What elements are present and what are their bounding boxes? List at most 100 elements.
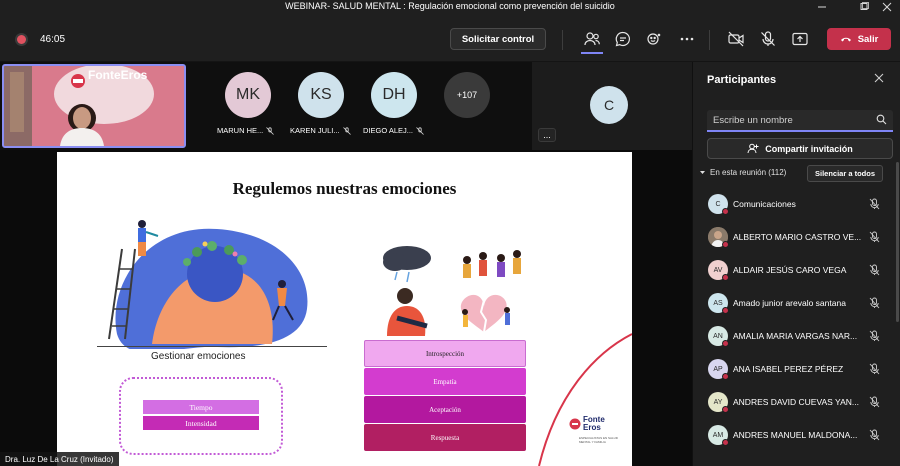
shared-screen-stage: Regulemos nuestras emociones Gestionar e… <box>0 150 692 466</box>
avatar-initials: AV <box>713 266 723 274</box>
in-meeting-count: En esta reunión (112) <box>710 168 787 177</box>
window-title: WEBINAR- SALUD MENTAL : Regulación emoci… <box>285 1 615 11</box>
avatar: C <box>708 194 729 215</box>
emotional-management-illustration <box>97 220 327 349</box>
phone-hangup-icon <box>840 37 851 42</box>
presentation-slide: Regulemos nuestras emociones Gestionar e… <box>57 152 632 466</box>
mic-off-icon <box>342 126 351 135</box>
avatar: AY <box>708 392 729 413</box>
recording-icon <box>17 35 26 44</box>
avatar: AS <box>708 293 729 314</box>
slide-bar-time: Tiempo <box>143 400 259 414</box>
avatar <box>708 227 729 248</box>
search-icon[interactable] <box>876 114 887 125</box>
participant-row[interactable]: AM ANDRES MANUEL MALDONA... <box>693 420 893 453</box>
minimize-icon[interactable] <box>807 0 837 14</box>
participant-name: KAREN JULI... <box>290 126 340 135</box>
participant-tile-name: KAREN JULI... <box>290 126 351 135</box>
meeting-timer: 46:05 <box>40 34 66 45</box>
participant-tile: C <box>532 62 692 150</box>
leave-button[interactable]: Salir <box>827 28 891 50</box>
people-icon[interactable] <box>580 27 604 51</box>
close-panel-icon[interactable] <box>874 72 884 86</box>
participant-name: ALDAIR JESÚS CARO VEGA <box>733 265 847 275</box>
slide-brand-name: Fonte Eros <box>583 415 605 432</box>
avatar: AN <box>708 326 729 347</box>
avatar: MK <box>225 72 271 118</box>
mic-off-icon <box>869 362 880 380</box>
share-icon[interactable] <box>788 27 812 51</box>
participant-row[interactable]: AP ANA ISABEL PEREZ PÉREZ <box>693 354 893 387</box>
slide-decorative-curve <box>538 333 632 466</box>
presence-status-icon <box>722 439 729 446</box>
more-participants-button[interactable]: +107 <box>444 72 490 118</box>
presence-status-icon <box>722 373 729 380</box>
mic-off-icon <box>869 296 880 314</box>
participant-name: ANDRES MANUEL MALDONA... <box>733 430 858 440</box>
meeting-toolbar: 46:05 Solicitar control Salir <box>0 14 900 62</box>
mic-off-icon <box>869 197 880 215</box>
panel-scrollbar[interactable] <box>896 162 899 322</box>
chevron-down-icon <box>700 171 705 174</box>
avatar-initials: AN <box>713 332 723 340</box>
participant-tile-name: DIEGO ALEJ... <box>363 126 424 135</box>
active-tab-indicator <box>581 52 603 54</box>
avatar: AP <box>708 359 729 380</box>
slide-title: Regulemos nuestras emociones <box>232 179 457 198</box>
mute-all-button[interactable]: Silenciar a todos <box>807 165 883 182</box>
avatar-initials: C <box>715 200 721 208</box>
participant-name: Comunicaciones <box>733 199 796 209</box>
slide-bar-empathy: Empatía <box>364 368 526 395</box>
brand-heart-icon <box>569 418 581 430</box>
presence-status-icon <box>722 241 729 248</box>
avatar-initials: AY <box>713 398 723 406</box>
avatar: AV <box>708 260 729 281</box>
mic-off-icon <box>869 263 880 281</box>
participant-row[interactable]: AN AMALIA MARIA VARGAS NAR... <box>693 321 893 354</box>
presence-status-icon <box>722 406 729 413</box>
participant-name: ANA ISABEL PEREZ PÉREZ <box>733 364 844 374</box>
in-meeting-section-header[interactable]: En esta reunión (112) <box>699 168 786 177</box>
participant-row[interactable]: ALBERTO MARIO CASTRO VE... <box>693 222 893 255</box>
gallery-more-options-button[interactable]: ... <box>538 128 556 142</box>
participant-name: AMALIA MARIA VARGAS NAR... <box>733 331 858 341</box>
participant-name: ANDRES DAVID CUEVAS YAN... <box>733 397 859 407</box>
mic-off-icon <box>266 126 275 135</box>
presence-status-icon <box>722 208 729 215</box>
avatar: DH <box>371 72 417 118</box>
presenter-brand-logo: FonteEros <box>88 68 148 82</box>
title-bar: WEBINAR- SALUD MENTAL : Regulación emoci… <box>0 0 900 14</box>
presence-status-icon <box>722 274 729 281</box>
participant-name: Amado junior arevalo santana <box>733 298 846 308</box>
presenter-name-label: Dra. Luz De La Cruz (Invitado) <box>0 452 119 466</box>
presenter-video-tile[interactable]: FonteEros <box>2 64 186 148</box>
leave-label: Salir <box>857 33 879 45</box>
participant-row[interactable]: AV ALDAIR JESÚS CARO VEGA <box>693 255 893 288</box>
reactions-icon[interactable] <box>643 27 667 51</box>
participant-row[interactable]: AY ANDRES DAVID CUEVAS YAN... <box>693 387 893 420</box>
avatar-initials: AM <box>712 431 724 439</box>
slide-bar-intensity: Intensidad <box>143 416 259 430</box>
chat-icon[interactable] <box>611 27 635 51</box>
participant-row[interactable]: AS Amado junior arevalo santana <box>693 288 893 321</box>
slide-bar-response: Respuesta <box>364 424 526 451</box>
participants-panel: Participantes Compartir invitación En es… <box>692 62 900 466</box>
participant-search-input[interactable] <box>713 113 863 128</box>
avatar: C <box>590 86 628 124</box>
avatar-initials: AP <box>713 365 723 373</box>
request-control-button[interactable]: Solicitar control <box>450 28 546 50</box>
participant-row[interactable]: C Comunicaciones <box>693 189 893 222</box>
more-icon[interactable] <box>675 27 699 51</box>
presence-status-icon <box>722 307 729 314</box>
panel-title: Participantes <box>707 74 777 86</box>
mic-off-icon <box>869 230 880 248</box>
avatar-initials: AS <box>713 299 723 307</box>
mic-off-icon <box>416 126 424 135</box>
mic-off-icon[interactable] <box>756 27 780 51</box>
close-icon[interactable] <box>872 0 900 14</box>
presence-status-icon <box>722 340 729 347</box>
avatar: AM <box>708 425 729 446</box>
camera-off-icon[interactable] <box>724 27 748 51</box>
slide-bar-introspection: Introspección <box>364 340 526 367</box>
share-invite-button[interactable]: Compartir invitación <box>707 138 893 159</box>
